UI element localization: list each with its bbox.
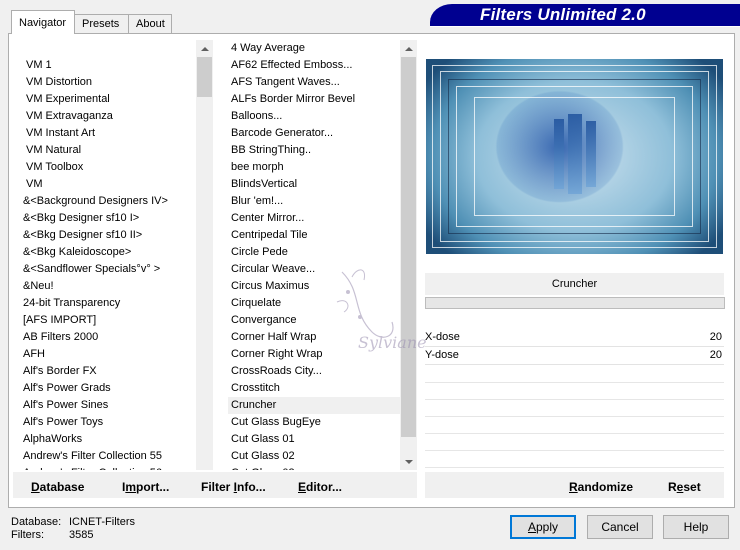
reset-button[interactable]: Reset <box>668 480 701 494</box>
scroll-down-arrow[interactable] <box>400 453 417 470</box>
selected-filter-name: Cruncher <box>425 273 724 295</box>
category-list[interactable]: VM 1 VM Distortion VM Experimental VM Extra… <box>20 40 196 470</box>
param-row-x-dose[interactable]: X-dose 20 <box>425 329 724 347</box>
filter-item[interactable]: BlindsVertical <box>228 176 400 193</box>
filter-item[interactable]: Cut Glass 01 <box>228 431 400 448</box>
help-button[interactable]: Help <box>663 515 729 539</box>
filter-item[interactable]: Barcode Generator... <box>228 125 400 142</box>
filter-item[interactable]: bee morph <box>228 159 400 176</box>
filter-item[interactable]: AF62 Effected Emboss... <box>228 57 400 74</box>
filters-count: 3585 <box>69 529 94 541</box>
filter-item[interactable]: Circular Weave... <box>228 261 400 278</box>
category-item[interactable]: &<Bkg Designer sf10 I> <box>20 210 196 227</box>
database-button[interactable]: Database <box>31 480 84 494</box>
filter-item[interactable]: Cut Glass 03 <box>228 465 400 470</box>
category-item[interactable]: Andrew's Filter Collection 55 <box>20 448 196 465</box>
filter-scrollbar[interactable] <box>400 40 417 470</box>
category-item[interactable]: VM Instant Art <box>20 125 196 142</box>
param-row-empty <box>425 399 724 400</box>
scroll-up-arrow[interactable] <box>400 40 417 57</box>
category-item[interactable]: VM Distortion <box>20 74 196 91</box>
filter-item[interactable]: 4 Way Average <box>228 40 400 57</box>
category-item[interactable]: Alf's Power Grads <box>20 380 196 397</box>
filter-item[interactable]: Circle Pede <box>228 244 400 261</box>
import-button[interactable]: Import... <box>122 480 169 494</box>
filter-list[interactable]: 4 Way Average AF62 Effected Emboss... AFS … <box>228 40 400 470</box>
category-item[interactable]: AB Filters 2000 <box>20 329 196 346</box>
category-item[interactable]: 24-bit Transparency <box>20 295 196 312</box>
database-label: Database: <box>11 516 62 528</box>
param-label: Y-dose <box>425 349 459 361</box>
param-row-empty <box>425 450 724 451</box>
filter-item[interactable]: Cut Glass 02 <box>228 448 400 465</box>
filter-item[interactable]: Convergance <box>228 312 400 329</box>
filter-item[interactable]: Balloons... <box>228 108 400 125</box>
category-item[interactable]: VM Natural <box>20 142 196 159</box>
category-item[interactable]: VM <box>20 176 196 193</box>
param-value: 20 <box>709 349 722 361</box>
filter-item[interactable]: ALFs Border Mirror Bevel <box>228 91 400 108</box>
param-row-empty <box>425 382 724 383</box>
filter-info-button[interactable]: Filter Info... <box>201 480 266 494</box>
filter-item[interactable]: Circus Maximus <box>228 278 400 295</box>
scroll-up-arrow[interactable] <box>196 40 213 57</box>
filter-item[interactable]: Crosstitch <box>228 380 400 397</box>
category-item[interactable]: Alf's Border FX <box>20 363 196 380</box>
filter-item[interactable]: Center Mirror... <box>228 210 400 227</box>
param-label: X-dose <box>425 331 460 343</box>
app-title: Filters Unlimited 2.0 <box>480 5 646 24</box>
param-row-empty <box>425 433 724 434</box>
category-item[interactable]: Alf's Power Toys <box>20 414 196 431</box>
category-item[interactable]: VM 1 <box>20 57 196 74</box>
category-item[interactable]: AFH <box>20 346 196 363</box>
category-item[interactable]: VM Extravaganza <box>20 108 196 125</box>
filter-item[interactable]: AFS Tangent Waves... <box>228 74 400 91</box>
category-item[interactable]: &<Background Designers IV> <box>20 193 196 210</box>
scroll-thumb[interactable] <box>197 57 212 97</box>
filter-item[interactable]: Cut Glass BugEye <box>228 414 400 431</box>
preview-progress-bar <box>425 297 725 309</box>
filter-item[interactable]: CrossRoads City... <box>228 363 400 380</box>
tab-about[interactable]: About <box>128 14 172 33</box>
filter-item[interactable]: Blur 'em!... <box>228 193 400 210</box>
category-item[interactable]: Alf's Power Sines <box>20 397 196 414</box>
filter-item[interactable]: Cruncher <box>228 397 400 414</box>
category-item[interactable]: &<Bkg Designer sf10 II> <box>20 227 196 244</box>
category-item[interactable]: &<Sandflower Specials°v° > <box>20 261 196 278</box>
filter-item[interactable]: Corner Right Wrap <box>228 346 400 363</box>
category-item[interactable]: [AFS IMPORT] <box>20 312 196 329</box>
category-item[interactable]: VM Experimental <box>20 91 196 108</box>
filter-item[interactable]: Cirquelate <box>228 295 400 312</box>
filter-item[interactable]: BB StringThing.. <box>228 142 400 159</box>
category-item[interactable]: VM Toolbox <box>20 159 196 176</box>
param-row-empty <box>425 467 724 468</box>
category-item[interactable]: AlphaWorks <box>20 431 196 448</box>
category-scrollbar[interactable] <box>196 40 213 470</box>
category-item[interactable]: Andrew's Filter Collection 56 <box>20 465 196 470</box>
randomize-button[interactable]: Randomize <box>569 480 633 494</box>
filter-item[interactable]: Corner Half Wrap <box>228 329 400 346</box>
category-item[interactable]: &Neu! <box>20 278 196 295</box>
editor-button[interactable]: Editor... <box>298 480 342 494</box>
cancel-button[interactable]: Cancel <box>587 515 653 539</box>
param-row-y-dose[interactable]: Y-dose 20 <box>425 347 724 365</box>
category-item[interactable]: &<Bkg Kaleidoscope> <box>20 244 196 261</box>
filter-item[interactable]: Centripedal Tile <box>228 227 400 244</box>
param-row-empty <box>425 416 724 417</box>
apply-button[interactable]: Apply <box>510 515 576 539</box>
param-value: 20 <box>709 331 722 343</box>
filters-label: Filters: <box>11 529 44 541</box>
scroll-thumb[interactable] <box>401 57 416 437</box>
tab-presets[interactable]: Presets <box>74 14 129 33</box>
database-value: ICNET-Filters <box>69 516 135 528</box>
tab-navigator[interactable]: Navigator <box>11 10 75 34</box>
filter-preview <box>426 59 723 254</box>
